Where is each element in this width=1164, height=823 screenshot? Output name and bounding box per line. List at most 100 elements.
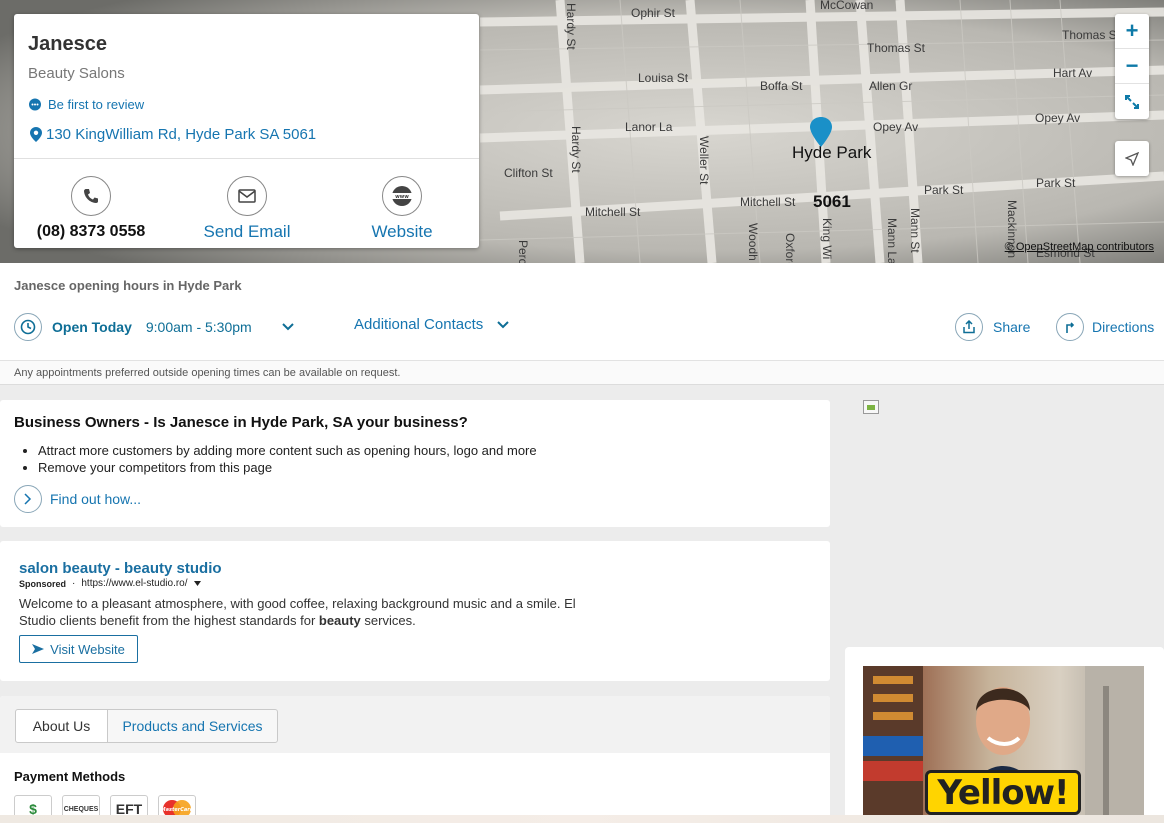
review-link[interactable]: Be first to review	[28, 97, 144, 112]
visit-website-label: Visit Website	[50, 641, 125, 657]
owner-promo-box: Business Owners - Is Janesce in Hyde Par…	[0, 400, 830, 527]
business-category[interactable]: Beauty Salons	[28, 65, 125, 82]
street-label: Hardy St	[569, 126, 583, 173]
business-card: Janesce Beauty Salons Be first to review…	[14, 14, 479, 248]
map-marker-icon	[30, 127, 42, 142]
payment-methods-title: Payment Methods	[14, 769, 126, 784]
open-hours-time: 9:00am - 5:30pm	[145, 319, 252, 335]
phone-icon	[71, 176, 111, 216]
street-label: Opey Av	[1035, 111, 1081, 125]
opening-hours-bar: Janesce opening hours in Hyde Park Open …	[0, 263, 1164, 385]
arrow-right-icon	[32, 644, 45, 654]
map[interactable]: Ophir St McCowan Thomas St Thomas St Har…	[0, 0, 1164, 263]
ad-url[interactable]: https://www.el-studio.ro/	[81, 578, 187, 589]
chat-bubble-icon	[29, 98, 41, 110]
tab-products-and-services[interactable]: Products and Services	[107, 709, 278, 743]
street-label: Mann La	[885, 218, 899, 263]
street-label: Mitchell St	[740, 195, 796, 209]
share-icon	[955, 313, 983, 341]
website-action[interactable]: www Website	[327, 176, 477, 242]
list-item: Attract more customers by adding more co…	[38, 442, 537, 459]
separator: ·	[72, 578, 76, 589]
list-item: Remove your competitors from this page	[38, 459, 537, 476]
street-label: Clifton St	[504, 166, 553, 180]
cheques-label: CHEQUES	[63, 805, 99, 813]
street-label: Allen Gr	[869, 79, 913, 93]
locate-me-button[interactable]	[1115, 141, 1149, 176]
street-label: King Wi	[820, 218, 834, 260]
street-label: Oxford	[783, 233, 797, 263]
map-zoom-controls: + −	[1115, 14, 1149, 119]
bottom-strip	[0, 815, 1164, 823]
street-label: Mann St	[908, 208, 922, 253]
map-attribution-link[interactable]: © OpenStreetMap contributors	[1005, 241, 1154, 253]
zoom-in-button[interactable]: +	[1115, 14, 1149, 49]
street-label: Louisa St	[638, 71, 689, 85]
map-postcode-label: 5061	[813, 192, 851, 211]
directions-button[interactable]: Directions	[1056, 313, 1154, 341]
find-out-how-label: Find out how...	[50, 491, 142, 507]
street-label: McCowan	[820, 0, 874, 12]
ad-description-text: Welcome to a pleasant atmosphere, with g…	[19, 596, 576, 628]
owner-promo-title: Business Owners - Is Janesce in Hyde Par…	[14, 414, 468, 431]
additional-contacts-label: Additional Contacts	[354, 316, 484, 333]
visit-website-button[interactable]: Visit Website	[19, 635, 138, 663]
location-pin-icon[interactable]	[809, 116, 833, 148]
sponsored-label: Sponsored	[19, 578, 67, 589]
open-status: Open Today	[52, 319, 132, 335]
send-email-label: Send Email	[203, 222, 291, 241]
broken-image-icon	[863, 400, 879, 414]
appointment-note: Any appointments preferred outside openi…	[0, 360, 1164, 384]
street-label: Hardy St	[564, 3, 578, 50]
tab-about-us[interactable]: About Us	[15, 709, 108, 743]
street-label: Boffa St	[760, 79, 803, 93]
navigation-arrow-icon	[1125, 151, 1139, 166]
owner-promo-list: Attract more customers by adding more co…	[38, 442, 537, 476]
expand-icon	[1125, 94, 1139, 109]
opening-hours-title: Janesce opening hours in Hyde Park	[14, 278, 242, 293]
street-label: Mitchell St	[585, 205, 641, 219]
chevron-right-icon	[14, 485, 42, 513]
street-label: Opey Av	[873, 120, 919, 134]
street-label: Park St	[924, 183, 964, 197]
chevron-down-icon	[497, 320, 509, 328]
chevron-down-icon	[281, 323, 294, 331]
caret-down-icon[interactable]	[193, 581, 201, 586]
mastercard-label: MasterCard	[161, 807, 194, 813]
call-action[interactable]: (08) 8373 0558	[16, 176, 166, 241]
street-label: Thomas St	[1062, 28, 1121, 42]
ad-meta: Sponsored · https://www.el-studio.ro/	[19, 578, 201, 589]
ad-title-link[interactable]: salon beauty - beauty studio	[19, 560, 222, 577]
advertisement-image: Yellow!	[863, 666, 1144, 823]
directions-icon	[1056, 313, 1084, 341]
street-label: Lanor La	[625, 120, 673, 134]
street-label: Park St	[1036, 176, 1076, 190]
send-email-action[interactable]: Send Email	[172, 176, 322, 242]
yellow-brand-logo: Yellow!	[925, 770, 1081, 815]
envelope-icon	[227, 176, 267, 216]
open-today-toggle[interactable]: Open Today 9:00am - 5:30pm	[14, 313, 294, 341]
ad-description-text: services.	[360, 613, 416, 628]
globe-www-icon: www	[382, 176, 422, 216]
review-link-label: Be first to review	[48, 97, 145, 112]
share-button[interactable]: Share	[955, 313, 1030, 341]
business-name: Janesce	[28, 33, 107, 55]
ad-description-keyword: beauty	[318, 613, 361, 628]
additional-contacts-toggle[interactable]: Additional Contacts	[354, 316, 509, 333]
fullscreen-button[interactable]	[1115, 84, 1149, 119]
street-label: Hart Av	[1053, 66, 1093, 80]
svg-text:www: www	[395, 194, 409, 200]
find-out-how-link[interactable]: Find out how...	[14, 485, 141, 513]
street-label: Weller St	[697, 136, 711, 185]
share-label: Share	[993, 319, 1031, 335]
address-link[interactable]: 130 KingWilliam Rd, Hyde Park SA 5061	[30, 126, 316, 143]
address-text: 130 KingWilliam Rd, Hyde Park SA 5061	[46, 126, 317, 143]
side-advertisement[interactable]: Yellow!	[845, 647, 1164, 823]
phone-number: (08) 8373 0558	[36, 223, 146, 240]
sponsored-ad: salon beauty - beauty studio Sponsored ·…	[0, 541, 830, 681]
street-label: Thomas St	[867, 41, 926, 55]
about-section: About Us Products and Services Payment M…	[0, 696, 830, 823]
zoom-out-button[interactable]: −	[1115, 49, 1149, 84]
website-label: Website	[371, 222, 433, 241]
ad-description: Welcome to a pleasant atmosphere, with g…	[19, 595, 594, 629]
